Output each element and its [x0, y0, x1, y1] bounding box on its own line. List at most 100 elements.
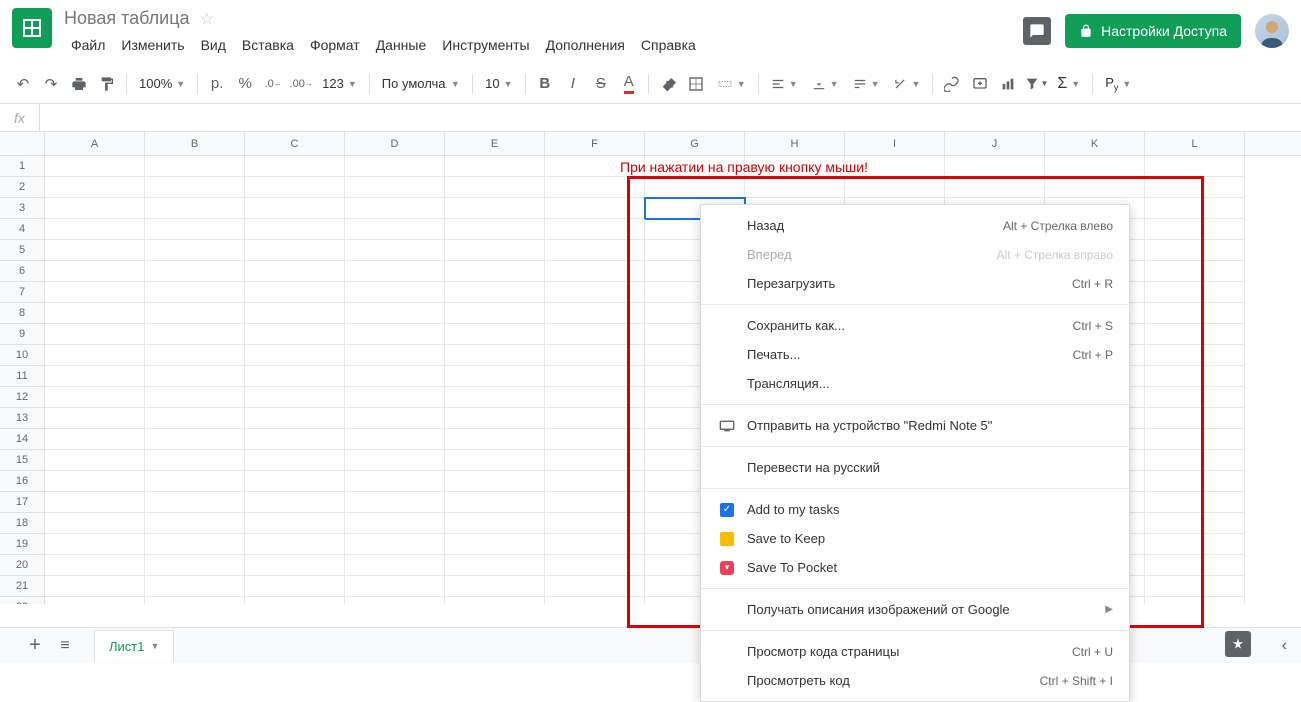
cell-C18[interactable]	[245, 513, 345, 534]
menu-file[interactable]: Файл	[64, 33, 112, 57]
cell-A4[interactable]	[45, 219, 145, 240]
cell-B12[interactable]	[145, 387, 245, 408]
cell-A20[interactable]	[45, 555, 145, 576]
cell-D20[interactable]	[345, 555, 445, 576]
italic-button[interactable]: I	[560, 71, 586, 97]
share-button[interactable]: Настройки Доступа	[1065, 14, 1241, 48]
cell-E3[interactable]	[445, 198, 545, 219]
cell-E12[interactable]	[445, 387, 545, 408]
col-header-K[interactable]: K	[1045, 132, 1145, 155]
row-header-18[interactable]: 18	[0, 513, 45, 534]
ctx-item[interactable]: ✓Add to my tasks	[701, 495, 1129, 524]
cell-L19[interactable]	[1145, 534, 1245, 555]
ctx-item[interactable]: Перевести на русский	[701, 453, 1129, 482]
col-header-D[interactable]: D	[345, 132, 445, 155]
cell-A19[interactable]	[45, 534, 145, 555]
cell-E22[interactable]	[445, 597, 545, 604]
col-header-E[interactable]: E	[445, 132, 545, 155]
cell-L20[interactable]	[1145, 555, 1245, 576]
cell-B7[interactable]	[145, 282, 245, 303]
cell-L14[interactable]	[1145, 429, 1245, 450]
cell-L15[interactable]	[1145, 450, 1245, 471]
cell-B13[interactable]	[145, 408, 245, 429]
cell-C20[interactable]	[245, 555, 345, 576]
number-format-dropdown[interactable]: 123▼	[316, 71, 363, 97]
fill-color-button[interactable]	[655, 71, 681, 97]
font-dropdown[interactable]: По умолча...▼	[376, 71, 466, 97]
row-header-2[interactable]: 2	[0, 177, 45, 198]
cell-B11[interactable]	[145, 366, 245, 387]
col-header-F[interactable]: F	[545, 132, 645, 155]
ctx-item[interactable]: Просмотреть кодCtrl + Shift + I	[701, 666, 1129, 695]
cell-D13[interactable]	[345, 408, 445, 429]
ctx-item[interactable]: Отправить на устройство "Redmi Note 5"	[701, 411, 1129, 440]
menu-tools[interactable]: Инструменты	[435, 33, 536, 57]
menu-edit[interactable]: Изменить	[114, 33, 191, 57]
ctx-item[interactable]: Save to Keep	[701, 524, 1129, 553]
cell-C14[interactable]	[245, 429, 345, 450]
cell-B20[interactable]	[145, 555, 245, 576]
cell-C12[interactable]	[245, 387, 345, 408]
cell-D4[interactable]	[345, 219, 445, 240]
cell-D14[interactable]	[345, 429, 445, 450]
ctx-item[interactable]: Сохранить как...Ctrl + S	[701, 311, 1129, 340]
cell-G2[interactable]	[645, 177, 745, 198]
cell-E14[interactable]	[445, 429, 545, 450]
cell-C16[interactable]	[245, 471, 345, 492]
row-header-7[interactable]: 7	[0, 282, 45, 303]
row-header-4[interactable]: 4	[0, 219, 45, 240]
cell-L2[interactable]	[1145, 177, 1245, 198]
sheets-logo[interactable]	[12, 8, 52, 48]
cell-L11[interactable]	[1145, 366, 1245, 387]
cell-L16[interactable]	[1145, 471, 1245, 492]
cell-F7[interactable]	[545, 282, 645, 303]
row-header-9[interactable]: 9	[0, 324, 45, 345]
print-button[interactable]	[66, 71, 92, 97]
functions-button[interactable]: Σ▼	[1051, 71, 1086, 97]
cell-E19[interactable]	[445, 534, 545, 555]
strikethrough-button[interactable]: S	[588, 71, 614, 97]
cell-L7[interactable]	[1145, 282, 1245, 303]
font-size-dropdown[interactable]: 10▼	[479, 71, 519, 97]
col-header-B[interactable]: B	[145, 132, 245, 155]
chart-button[interactable]	[995, 71, 1021, 97]
cell-D8[interactable]	[345, 303, 445, 324]
text-color-button[interactable]: A	[616, 71, 642, 97]
decrease-decimal-button[interactable]: .0←	[260, 71, 286, 97]
cell-A8[interactable]	[45, 303, 145, 324]
cell-E7[interactable]	[445, 282, 545, 303]
cell-A16[interactable]	[45, 471, 145, 492]
cell-I2[interactable]	[845, 177, 945, 198]
col-header-L[interactable]: L	[1145, 132, 1245, 155]
menu-addons[interactable]: Дополнения	[539, 33, 632, 57]
cell-A15[interactable]	[45, 450, 145, 471]
cell-A18[interactable]	[45, 513, 145, 534]
cell-A6[interactable]	[45, 261, 145, 282]
cell-F8[interactable]	[545, 303, 645, 324]
cell-F2[interactable]	[545, 177, 645, 198]
ctx-item[interactable]: Печать...Ctrl + P	[701, 340, 1129, 369]
col-header-A[interactable]: A	[45, 132, 145, 155]
cell-E5[interactable]	[445, 240, 545, 261]
cell-F6[interactable]	[545, 261, 645, 282]
ctx-item[interactable]: Трансляция...	[701, 369, 1129, 398]
cell-L22[interactable]	[1145, 597, 1245, 604]
all-sheets-button[interactable]: ≡	[50, 631, 80, 661]
borders-button[interactable]	[683, 71, 709, 97]
cell-L3[interactable]	[1145, 198, 1245, 219]
cell-B9[interactable]	[145, 324, 245, 345]
cell-E10[interactable]	[445, 345, 545, 366]
cell-B14[interactable]	[145, 429, 245, 450]
filter-button[interactable]: ▼	[1023, 71, 1049, 97]
cell-C2[interactable]	[245, 177, 345, 198]
cell-L18[interactable]	[1145, 513, 1245, 534]
cell-E20[interactable]	[445, 555, 545, 576]
cell-E2[interactable]	[445, 177, 545, 198]
cell-A1[interactable]	[45, 156, 145, 177]
cell-A21[interactable]	[45, 576, 145, 597]
cell-C4[interactable]	[245, 219, 345, 240]
menu-insert[interactable]: Вставка	[235, 33, 301, 57]
cell-B1[interactable]	[145, 156, 245, 177]
cell-A5[interactable]	[45, 240, 145, 261]
cell-E16[interactable]	[445, 471, 545, 492]
